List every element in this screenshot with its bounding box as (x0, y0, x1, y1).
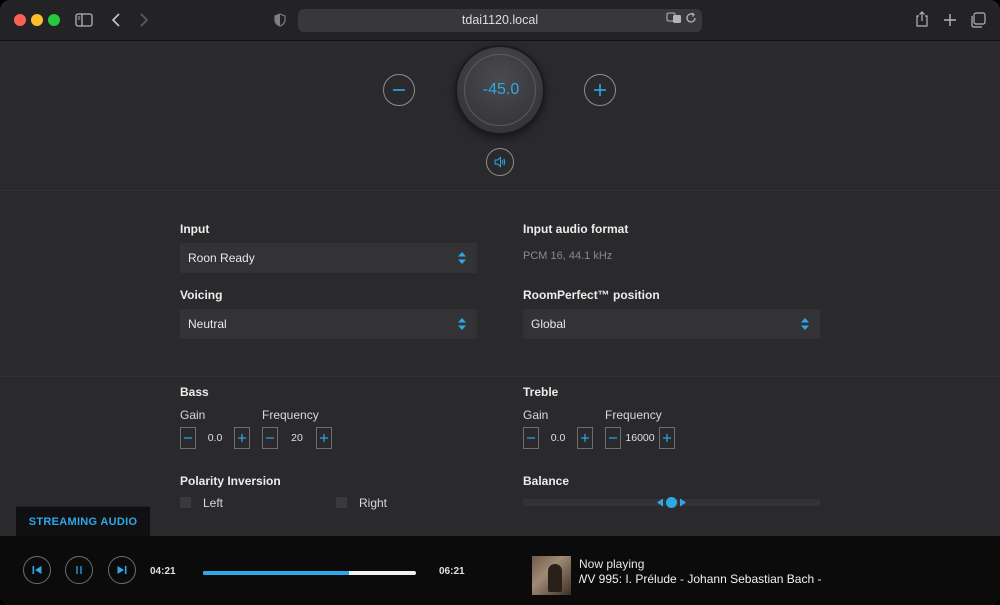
volume-down-button[interactable] (383, 74, 415, 106)
streaming-audio-tab-label: STREAMING AUDIO (28, 516, 138, 528)
treble-gain-decrease-button[interactable] (523, 427, 539, 449)
polarity-left-checkbox[interactable] (180, 497, 191, 508)
mute-button[interactable] (486, 148, 514, 176)
pause-icon (76, 566, 82, 574)
browser-toolbar: tdai1120.local (0, 0, 1000, 41)
url-text: tdai1120.local (461, 13, 539, 27)
treble-frequency-stepper: 16000 (605, 427, 675, 449)
volume-section: -45.0 (0, 41, 1000, 191)
treble-frequency-decrease-button[interactable] (605, 427, 621, 449)
plus-icon (663, 434, 671, 442)
treble-frequency-label: Frequency (605, 408, 662, 422)
polarity-left-label: Left (203, 496, 224, 510)
back-icon[interactable] (106, 10, 126, 30)
translate-icon[interactable] (666, 12, 682, 28)
polarity-right-checkbox[interactable] (336, 497, 347, 508)
treble-label: Treble (523, 385, 559, 399)
speaker-icon (494, 156, 506, 168)
bass-frequency-stepper: 20 (262, 427, 332, 449)
new-tab-icon[interactable] (940, 10, 960, 30)
volume-up-button[interactable] (584, 74, 616, 106)
bass-gain-decrease-button[interactable] (180, 427, 196, 449)
now-playing-track: BWV 995: I. Prélude - Johann Sebastian B… (579, 572, 825, 588)
select-arrows-icon (458, 318, 466, 330)
input-label: Input (180, 222, 210, 236)
voicing-select-value: Neutral (188, 317, 227, 331)
section-divider (0, 376, 1000, 377)
reload-icon[interactable] (683, 12, 699, 28)
bass-label: Bass (180, 385, 209, 399)
voicing-select[interactable]: Neutral (180, 309, 477, 339)
sidebar-toggle-icon[interactable] (74, 10, 94, 30)
plus-icon (238, 434, 246, 442)
pause-button[interactable] (65, 556, 93, 584)
address-bar[interactable]: tdai1120.local (298, 9, 702, 32)
browser-window: tdai1120.local -45.0 Input Roon Ready In… (0, 0, 1000, 605)
input-select-value: Roon Ready (188, 251, 255, 265)
elapsed-time: 04:21 (150, 566, 176, 577)
tab-overview-icon[interactable] (968, 10, 988, 30)
now-playing-label: Now playing (579, 557, 645, 571)
zoom-window-button[interactable] (48, 14, 60, 26)
balance-label: Balance (523, 474, 570, 488)
treble-gain-increase-button[interactable] (577, 427, 593, 449)
bass-frequency-increase-button[interactable] (316, 427, 332, 449)
next-track-button[interactable] (108, 556, 136, 584)
skip-back-icon (32, 566, 42, 574)
voicing-label: Voicing (180, 288, 223, 302)
roomperfect-select[interactable]: Global (523, 309, 820, 339)
polarity-right-label: Right (359, 496, 388, 510)
volume-knob[interactable]: -45.0 (457, 47, 543, 133)
plus-icon (320, 434, 328, 442)
minus-icon (527, 437, 535, 439)
treble-gain-stepper: 0.0 (523, 427, 593, 449)
treble-gain-label: Gain (523, 408, 549, 422)
track-duration: 06:21 (439, 566, 465, 577)
treble-gain-value[interactable]: 0.0 (539, 427, 577, 449)
bass-frequency-decrease-button[interactable] (262, 427, 278, 449)
volume-knob-face: -45.0 (464, 54, 536, 126)
minus-icon (609, 437, 617, 439)
minus-icon (184, 437, 192, 439)
minus-icon (393, 89, 405, 91)
balance-left-arrow-icon (657, 498, 663, 507)
balance-right-arrow-icon (680, 498, 686, 507)
now-playing-track-text: BWV 995: I. Prélude - Johann Sebastian B… (579, 572, 825, 586)
forward-icon[interactable] (134, 10, 154, 30)
share-icon[interactable] (912, 10, 932, 30)
select-arrows-icon (458, 252, 466, 264)
plus-icon (581, 434, 589, 442)
skip-forward-icon (117, 566, 127, 574)
progress-bar-fill (203, 571, 349, 575)
minus-icon (266, 437, 274, 439)
minimize-window-button[interactable] (31, 14, 43, 26)
bass-gain-stepper: 0.0 (180, 427, 250, 449)
bass-frequency-label: Frequency (262, 408, 319, 422)
bass-gain-increase-button[interactable] (234, 427, 250, 449)
close-window-button[interactable] (14, 14, 26, 26)
previous-track-button[interactable] (23, 556, 51, 584)
balance-slider-thumb[interactable] (666, 497, 677, 508)
input-format-value: PCM 16, 44.1 kHz (523, 250, 613, 262)
bass-gain-value[interactable]: 0.0 (196, 427, 234, 449)
progress-bar[interactable] (203, 571, 416, 575)
plus-icon (594, 84, 606, 96)
input-format-label: Input audio format (523, 222, 629, 236)
input-select[interactable]: Roon Ready (180, 243, 477, 273)
roomperfect-select-value: Global (531, 317, 566, 331)
album-art[interactable] (532, 556, 571, 595)
player-bar: 04:21 06:21 Now playing BWV 995: I. Prél… (0, 536, 1000, 605)
bass-frequency-value[interactable]: 20 (278, 427, 316, 449)
treble-frequency-increase-button[interactable] (659, 427, 675, 449)
privacy-shield-icon[interactable] (270, 10, 290, 30)
volume-value: -45.0 (482, 81, 520, 98)
treble-frequency-value[interactable]: 16000 (621, 427, 659, 449)
bass-gain-label: Gain (180, 408, 206, 422)
polarity-inversion-label: Polarity Inversion (180, 474, 281, 488)
select-arrows-icon (801, 318, 809, 330)
streaming-audio-tab[interactable]: STREAMING AUDIO (16, 506, 150, 536)
roomperfect-label: RoomPerfect™ position (523, 288, 660, 302)
